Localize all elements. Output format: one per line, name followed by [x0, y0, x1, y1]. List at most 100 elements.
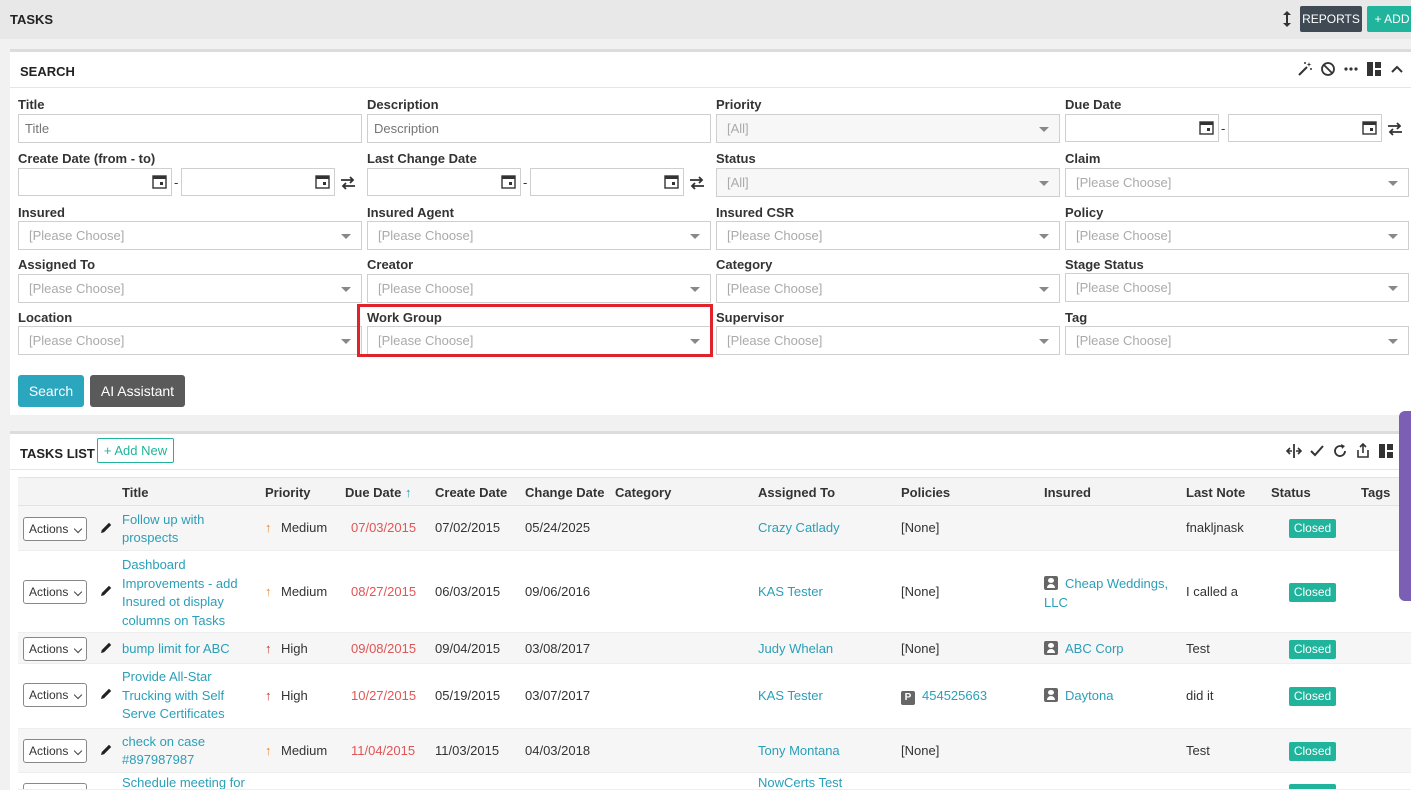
- col-create-date[interactable]: Create Date: [435, 485, 507, 500]
- insured-link[interactable]: ABC Corp: [1065, 641, 1124, 656]
- col-due-date[interactable]: Due Date ↑: [345, 485, 411, 500]
- claim-select[interactable]: [Please Choose]: [1065, 168, 1409, 197]
- create-date-to-input[interactable]: [181, 168, 335, 196]
- vertical-resize-icon[interactable]: [1280, 10, 1294, 28]
- actions-dropdown[interactable]: [23, 783, 87, 789]
- last-change-from-input[interactable]: [367, 168, 521, 196]
- insured-agent-select[interactable]: [Please Choose]: [367, 221, 711, 250]
- priority-value: High: [281, 688, 308, 703]
- col-status[interactable]: Status: [1271, 485, 1311, 500]
- edit-pencil-icon[interactable]: [99, 641, 113, 655]
- calendar-icon[interactable]: [501, 174, 516, 189]
- swap-dates-icon[interactable]: [688, 175, 706, 191]
- status-select[interactable]: [All]: [716, 168, 1060, 197]
- feedback-side-tab[interactable]: [1399, 411, 1411, 601]
- supervisor-select[interactable]: [Please Choose]: [716, 326, 1060, 355]
- arrow-up-icon: ↑: [265, 520, 272, 535]
- insured-select[interactable]: [Please Choose]: [18, 221, 362, 250]
- due-date-to-input[interactable]: [1228, 114, 1382, 142]
- task-title-link[interactable]: Follow up with prospects: [122, 511, 257, 547]
- ai-assistant-button[interactable]: AI Assistant: [90, 375, 185, 407]
- stage-status-select[interactable]: [Please Choose]: [1065, 273, 1409, 302]
- edit-pencil-icon[interactable]: [99, 521, 113, 535]
- insured-link[interactable]: Daytona: [1065, 688, 1113, 703]
- more-options-icon[interactable]: [1343, 61, 1359, 77]
- swap-dates-icon[interactable]: [1386, 121, 1404, 137]
- task-title-link[interactable]: check on case #897987987: [122, 733, 252, 769]
- tasks-list-tools: [1286, 443, 1411, 459]
- actions-dropdown[interactable]: Actions: [23, 517, 87, 541]
- magic-wand-icon[interactable]: [1297, 61, 1313, 77]
- assigned-to-link[interactable]: Tony Montana: [758, 743, 840, 758]
- priority-select[interactable]: [All]: [716, 114, 1060, 143]
- chevron-down-icon: [73, 644, 83, 654]
- col-policies[interactable]: Policies: [901, 485, 950, 500]
- add-new-task-button[interactable]: + Add New: [97, 438, 174, 463]
- status-badge: Closed: [1289, 687, 1336, 706]
- actions-dropdown[interactable]: Actions: [23, 739, 87, 763]
- collapse-icon[interactable]: [1389, 61, 1405, 77]
- calendar-icon[interactable]: [1362, 120, 1377, 135]
- add-button[interactable]: + ADD: [1367, 6, 1411, 32]
- col-tags[interactable]: Tags: [1361, 485, 1390, 500]
- title-label: Title: [18, 97, 45, 112]
- change-date-cell: 09/06/2016: [525, 584, 591, 599]
- edit-pencil-icon[interactable]: [99, 743, 113, 757]
- insured-cell: ABC Corp: [1044, 641, 1124, 656]
- assigned-to-select[interactable]: [Please Choose]: [18, 274, 362, 303]
- actions-dropdown[interactable]: Actions: [23, 683, 87, 707]
- column-resize-icon[interactable]: [1286, 443, 1302, 459]
- actions-dropdown[interactable]: Actions: [23, 580, 87, 604]
- assigned-to-link[interactable]: Judy Whelan: [758, 641, 833, 656]
- policy-link[interactable]: 454525663: [922, 688, 987, 703]
- description-input[interactable]: [367, 114, 711, 143]
- policy-select[interactable]: [Please Choose]: [1065, 221, 1409, 250]
- assigned-to-link[interactable]: KAS Tester: [758, 584, 823, 599]
- col-category[interactable]: Category: [615, 485, 671, 500]
- refresh-icon[interactable]: [1332, 443, 1348, 459]
- location-select[interactable]: [Please Choose]: [18, 326, 362, 355]
- calendar-icon[interactable]: [1199, 120, 1214, 135]
- create-date-from-input[interactable]: [18, 168, 172, 196]
- due-date-cell: 11/04/2015: [351, 743, 416, 758]
- assigned-to-link[interactable]: NowCerts Test: [758, 775, 842, 789]
- col-change-date[interactable]: Change Date: [525, 485, 604, 500]
- task-title-link[interactable]: bump limit for ABC: [122, 641, 230, 656]
- col-priority[interactable]: Priority: [265, 485, 311, 500]
- calendar-icon[interactable]: [152, 174, 167, 189]
- status-value: [All]: [727, 175, 749, 190]
- tag-select[interactable]: [Please Choose]: [1065, 326, 1409, 355]
- clear-filter-icon[interactable]: [1320, 61, 1336, 77]
- col-last-note[interactable]: Last Note: [1186, 485, 1245, 500]
- edit-pencil-icon[interactable]: [99, 584, 113, 598]
- category-select[interactable]: [Please Choose]: [716, 274, 1060, 303]
- col-assigned-to[interactable]: Assigned To: [758, 485, 835, 500]
- edit-pencil-icon[interactable]: [99, 687, 113, 701]
- policy-icon: P: [901, 691, 915, 705]
- check-icon[interactable]: [1309, 443, 1325, 459]
- calendar-icon[interactable]: [664, 174, 679, 189]
- search-button[interactable]: Search: [18, 375, 84, 407]
- task-title-link[interactable]: Provide All-Star Trucking with Self Serv…: [122, 668, 257, 724]
- due-date-from-input[interactable]: [1065, 114, 1219, 142]
- reports-button[interactable]: REPORTS: [1300, 6, 1362, 32]
- task-title-link[interactable]: Schedule meeting for: [122, 775, 245, 789]
- date-separator: -: [1221, 121, 1226, 136]
- col-insured[interactable]: Insured: [1044, 485, 1091, 500]
- creator-select[interactable]: [Please Choose]: [367, 274, 711, 303]
- task-title-link[interactable]: Dashboard Improvements - add Insured ot …: [122, 556, 257, 630]
- col-title[interactable]: Title: [122, 485, 149, 500]
- assigned-to-link[interactable]: KAS Tester: [758, 688, 823, 703]
- insured-csr-select[interactable]: [Please Choose]: [716, 221, 1060, 250]
- calendar-icon[interactable]: [315, 174, 330, 189]
- last-change-to-input[interactable]: [530, 168, 684, 196]
- assigned-to-link[interactable]: Crazy Catlady: [758, 520, 840, 535]
- title-input[interactable]: [18, 114, 362, 143]
- swap-dates-icon[interactable]: [339, 175, 357, 191]
- actions-dropdown[interactable]: Actions: [23, 637, 87, 661]
- layout-icon[interactable]: [1378, 443, 1394, 459]
- layout-icon[interactable]: [1366, 61, 1382, 77]
- insured-link[interactable]: Cheap Weddings, LLC: [1044, 576, 1168, 610]
- table-header: Title Priority Due Date ↑ Create Date Ch…: [18, 477, 1411, 506]
- export-icon[interactable]: [1355, 443, 1371, 459]
